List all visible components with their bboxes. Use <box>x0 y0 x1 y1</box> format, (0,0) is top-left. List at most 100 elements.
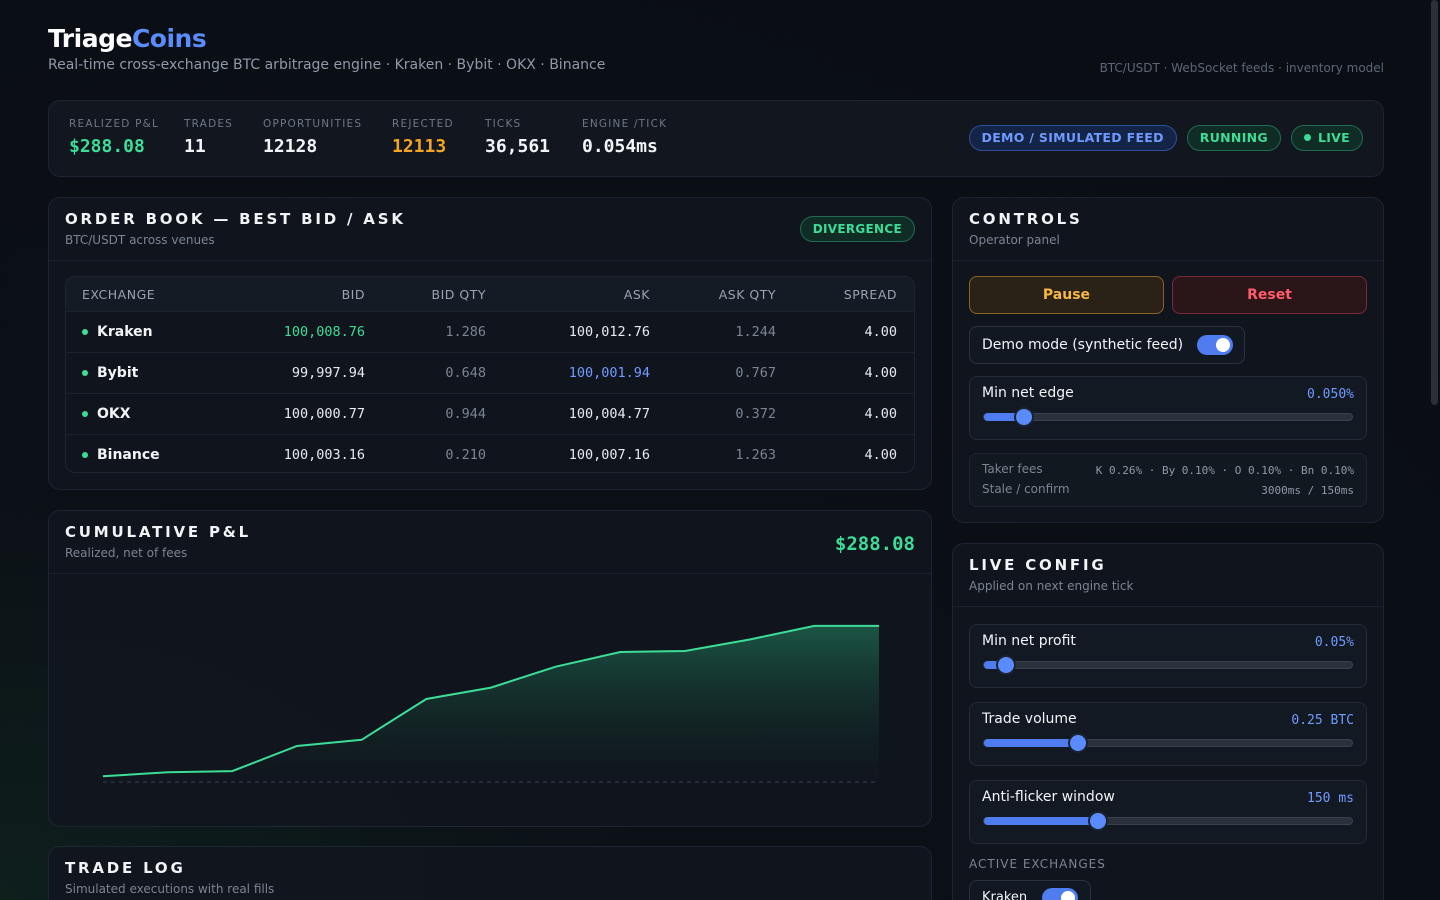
status-dot-icon <box>82 370 88 376</box>
app-subtitle: Real-time cross-exchange BTC arbitrage e… <box>48 57 606 73</box>
trade-volume-slider-box: Trade volume 0.25 BTC <box>969 702 1367 766</box>
ask-qty-cell: 0.372 <box>735 406 776 422</box>
pnl-area <box>103 625 879 782</box>
slider-thumb[interactable] <box>1090 813 1107 829</box>
app-title: TriageCoins <box>48 24 207 53</box>
stale-confirm-value: 3000ms / 150ms <box>1261 484 1354 497</box>
trade-volume-slider[interactable] <box>983 735 1353 751</box>
live-status-badge: LIVE <box>1290 125 1363 151</box>
trade-volume-value: 0.25 BTC <box>1291 713 1354 728</box>
pnl-subtitle: Realized, net of fees <box>65 546 188 560</box>
demo-mode-switch[interactable] <box>1197 335 1233 355</box>
trade-volume-label: Trade volume <box>982 711 1077 727</box>
stats-bar: REALIZED P&L $288.08 TRADES 11 OPPORTUNI… <box>48 100 1384 177</box>
ask-qty-cell: 0.767 <box>735 365 776 381</box>
page-scrollbar[interactable] <box>1431 0 1438 405</box>
status-dot-icon <box>82 452 88 458</box>
spread-cell: 4.00 <box>864 324 897 340</box>
feed-meta: BTC/USDT · WebSocket feeds · inventory m… <box>1099 61 1384 75</box>
trade-log-subtitle: Simulated executions with real fills <box>65 882 275 896</box>
pnl-panel: CUMULATIVE P&L Realized, net of fees $28… <box>48 510 932 827</box>
anti-flicker-value: 150 ms <box>1307 791 1354 806</box>
stat-rejected: REJECTED 12113 <box>392 118 454 157</box>
demo-mode-toggle-row[interactable]: Demo mode (synthetic feed) <box>969 326 1245 364</box>
trade-log-panel: TRADE LOG Simulated executions with real… <box>48 846 932 900</box>
min-net-edge-slider[interactable] <box>983 409 1353 425</box>
exchange-toggle-label: Kraken <box>982 889 1028 900</box>
kraken-switch[interactable] <box>1042 888 1078 900</box>
fee-info-box: Taker fees K 0.26% · By 0.10% · O 0.10% … <box>969 453 1367 507</box>
min-net-profit-value: 0.05% <box>1314 635 1354 650</box>
spread-cell: 4.00 <box>864 406 897 422</box>
slider-thumb[interactable] <box>1016 409 1033 425</box>
demo-mode-label: Demo mode (synthetic feed) <box>982 337 1184 353</box>
order-book-subtitle: BTC/USDT across venues <box>65 233 215 247</box>
status-dot-icon <box>82 329 88 335</box>
min-net-profit-slider[interactable] <box>983 657 1353 673</box>
exchange-toggle-kraken[interactable]: Kraken <box>969 880 1091 900</box>
stat-opportunities: OPPORTUNITIES 12128 <box>263 118 363 157</box>
exchange-cell: Bybit <box>82 353 138 393</box>
pnl-total: $288.08 <box>834 533 915 555</box>
controls-panel: CONTROLS Operator panel Pause Reset Demo… <box>952 197 1384 523</box>
bid-qty-cell: 1.286 <box>445 324 486 340</box>
ask-qty-cell: 1.263 <box>735 447 776 463</box>
table-row: Kraken 100,008.76 1.286 100,012.76 1.244 4.00 <box>66 311 914 352</box>
anti-flicker-slider[interactable] <box>983 813 1353 829</box>
live-config-subtitle: Applied on next engine tick <box>969 579 1134 593</box>
reset-button[interactable]: Reset <box>1172 276 1367 314</box>
pnl-title: CUMULATIVE P&L <box>65 523 252 541</box>
order-book-title: ORDER BOOK — BEST BID / ASK <box>65 210 406 228</box>
live-config-panel: LIVE CONFIG Applied on next engine tick … <box>952 543 1384 900</box>
stat-ticks: TICKS 36,561 <box>485 118 551 157</box>
brand-header: TriageCoins Real-time cross-exchange BTC… <box>48 24 605 73</box>
table-row: OKX 100,000.77 0.944 100,004.77 0.372 4.00 <box>66 393 914 434</box>
ask-cell: 100,004.77 <box>568 406 650 422</box>
stat-engine-tick: ENGINE /TICK 0.054ms <box>582 118 668 157</box>
min-net-edge-value: 0.050% <box>1307 387 1354 402</box>
spread-cell: 4.00 <box>864 447 897 463</box>
taker-fees-label: Taker fees <box>982 462 1043 476</box>
min-net-edge-slider-box: Min net edge 0.050% <box>969 376 1367 440</box>
active-exchanges-label: ACTIVE EXCHANGES <box>969 857 1106 871</box>
table-row: Bybit 99,997.94 0.648 100,001.94 0.767 4.00 <box>66 352 914 393</box>
demo-feed-badge: DEMO / SIMULATED FEED <box>968 125 1177 151</box>
stat-trades: TRADES 11 <box>184 118 234 157</box>
bid-qty-cell: 0.944 <box>445 406 486 422</box>
status-dot-icon <box>82 411 88 417</box>
trade-log-title: TRADE LOG <box>65 859 186 877</box>
taker-fees-value: K 0.26% · By 0.10% · O 0.10% · Bn 0.10% <box>1095 464 1354 477</box>
table-row: Binance 100,003.16 0.210 100,007.16 1.263 4.0… <box>66 434 914 472</box>
anti-flicker-slider-box: Anti-flicker window 150 ms <box>969 780 1367 844</box>
stat-realized-pnl: REALIZED P&L $288.08 <box>69 118 160 157</box>
ask-qty-cell: 1.244 <box>735 324 776 340</box>
bid-cell: 99,997.94 <box>291 365 365 381</box>
bid-qty-cell: 0.648 <box>445 365 486 381</box>
live-dot-icon <box>1303 134 1311 141</box>
bid-cell: 100,000.77 <box>283 406 365 422</box>
pnl-chart <box>102 624 879 783</box>
bid-qty-cell: 0.210 <box>445 447 486 463</box>
min-net-profit-label: Min net profit <box>982 633 1076 649</box>
order-book-panel: ORDER BOOK — BEST BID / ASK BTC/USDT acr… <box>48 197 932 490</box>
running-status-badge: RUNNING <box>1186 125 1281 151</box>
min-net-profit-slider-box: Min net profit 0.05% <box>969 624 1367 688</box>
exchange-cell: Binance <box>82 435 160 472</box>
pause-button[interactable]: Pause <box>969 276 1164 314</box>
divergence-badge: DIVERGENCE <box>799 216 915 242</box>
min-net-edge-label: Min net edge <box>982 385 1074 401</box>
ask-cell: 100,012.76 <box>568 324 650 340</box>
live-config-title: LIVE CONFIG <box>969 556 1107 574</box>
controls-title: CONTROLS <box>969 210 1083 228</box>
exchange-cell: Kraken <box>82 312 153 352</box>
ask-cell: 100,007.16 <box>568 447 650 463</box>
bid-cell: 100,008.76 <box>283 324 365 340</box>
slider-thumb[interactable] <box>1069 735 1086 751</box>
order-book-table: EXCHANGE BID BID QTY ASK ASK QTY SPREAD … <box>65 276 915 473</box>
controls-subtitle: Operator panel <box>969 233 1060 247</box>
ask-cell: 100,001.94 <box>568 365 650 381</box>
spread-cell: 4.00 <box>864 365 897 381</box>
slider-thumb[interactable] <box>998 657 1015 673</box>
exchange-cell: OKX <box>82 394 131 434</box>
stale-confirm-label: Stale / confirm <box>982 482 1070 496</box>
